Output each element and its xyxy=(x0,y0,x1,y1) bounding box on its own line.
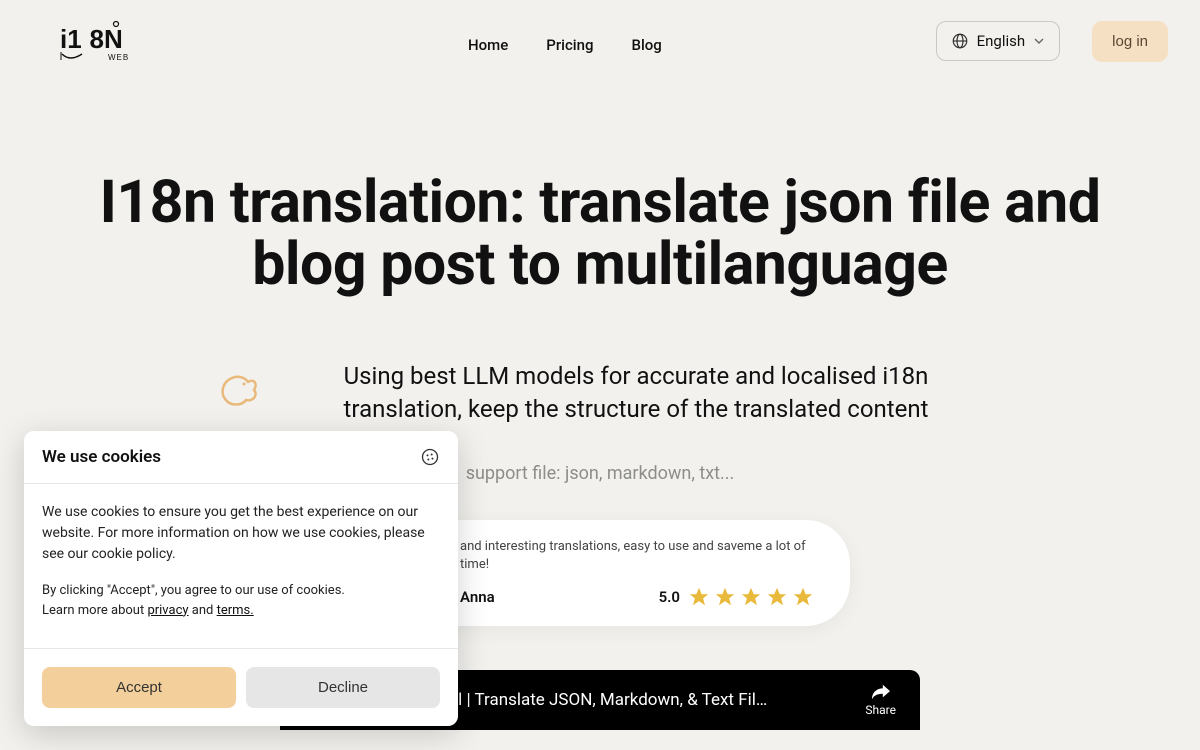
globe-icon xyxy=(951,32,969,50)
privacy-link[interactable]: privacy xyxy=(147,603,188,618)
nav: Home Pricing Blog xyxy=(468,36,662,54)
decline-button[interactable]: Decline xyxy=(246,667,440,708)
nav-home[interactable]: Home xyxy=(468,36,508,54)
nav-pricing[interactable]: Pricing xyxy=(546,36,593,54)
header-right: English log in xyxy=(936,21,1168,62)
svg-text:N: N xyxy=(104,24,123,54)
review-name: Anna xyxy=(460,588,495,606)
stars xyxy=(688,586,814,608)
hero-title: I18n translation: translate json file an… xyxy=(60,172,1140,296)
cookie-body-2: By clicking "Accept", you agree to our u… xyxy=(42,581,440,620)
nav-blog[interactable]: Blog xyxy=(631,36,661,54)
logo-svg: i1 8 N WEB xyxy=(60,20,136,62)
accept-button[interactable]: Accept xyxy=(42,667,236,708)
chevron-down-icon xyxy=(1033,35,1045,47)
cookie-icon xyxy=(420,447,440,467)
cookie-body-1: We use cookies to ensure you get the bes… xyxy=(42,502,440,565)
svg-text:8: 8 xyxy=(90,24,104,54)
share-label: Share xyxy=(865,703,896,717)
hero-subtitle: Using best LLM models for accurate and l… xyxy=(286,360,986,427)
star-icon xyxy=(688,586,710,608)
language-label: English xyxy=(977,32,1026,50)
review-text: and interesting translations, easy to us… xyxy=(460,538,814,574)
login-button[interactable]: log in xyxy=(1092,21,1168,62)
review-rating: 5.0 xyxy=(659,586,814,608)
squirrel-icon xyxy=(214,364,262,412)
share-button[interactable]: Share xyxy=(865,683,896,717)
cookie-body: We use cookies to ensure you get the bes… xyxy=(24,484,458,649)
review-bottom: Anna 5.0 xyxy=(460,586,814,608)
cookie-title: We use cookies xyxy=(42,447,161,467)
cookie-actions: Accept Decline xyxy=(24,649,458,726)
svg-text:WEB: WEB xyxy=(108,53,129,62)
cookie-dialog: We use cookies We use cookies to ensure … xyxy=(24,431,458,726)
star-icon xyxy=(740,586,762,608)
svg-text:i1: i1 xyxy=(60,24,82,54)
cookie-header: We use cookies xyxy=(24,431,458,484)
header: i1 8 N WEB Home Pricing Blog English lo xyxy=(0,0,1200,82)
star-icon xyxy=(792,586,814,608)
star-icon xyxy=(766,586,788,608)
share-icon xyxy=(870,683,892,701)
language-selector[interactable]: English xyxy=(936,21,1061,61)
terms-link[interactable]: terms. xyxy=(217,603,254,618)
subhead-wrap: Using best LLM models for accurate and l… xyxy=(60,360,1140,427)
review-score: 5.0 xyxy=(659,588,680,606)
logo[interactable]: i1 8 N WEB xyxy=(60,20,136,62)
star-icon xyxy=(714,586,736,608)
